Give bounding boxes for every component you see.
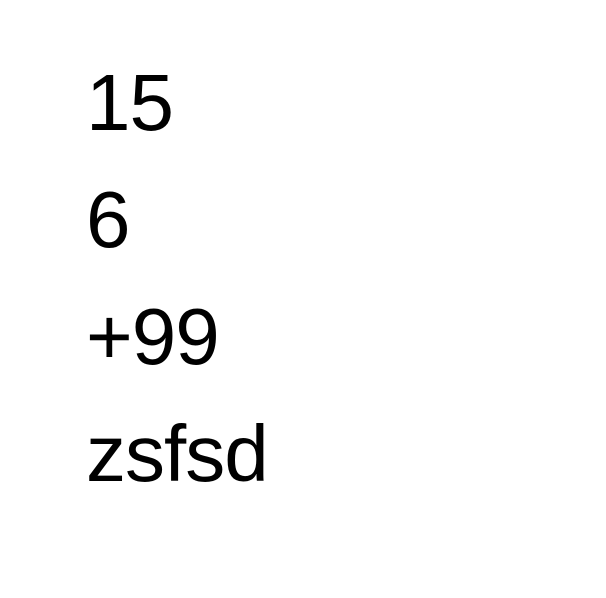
- text-line-2: 6: [86, 175, 130, 264]
- text-lines: 15 6 +99 zsfsd: [86, 56, 269, 524]
- text-line-4: zsfsd: [86, 409, 269, 498]
- text-line-3: +99: [86, 292, 220, 381]
- document-page: 15 6 +99 zsfsd: [0, 0, 606, 598]
- text-line-1: 15: [86, 58, 174, 147]
